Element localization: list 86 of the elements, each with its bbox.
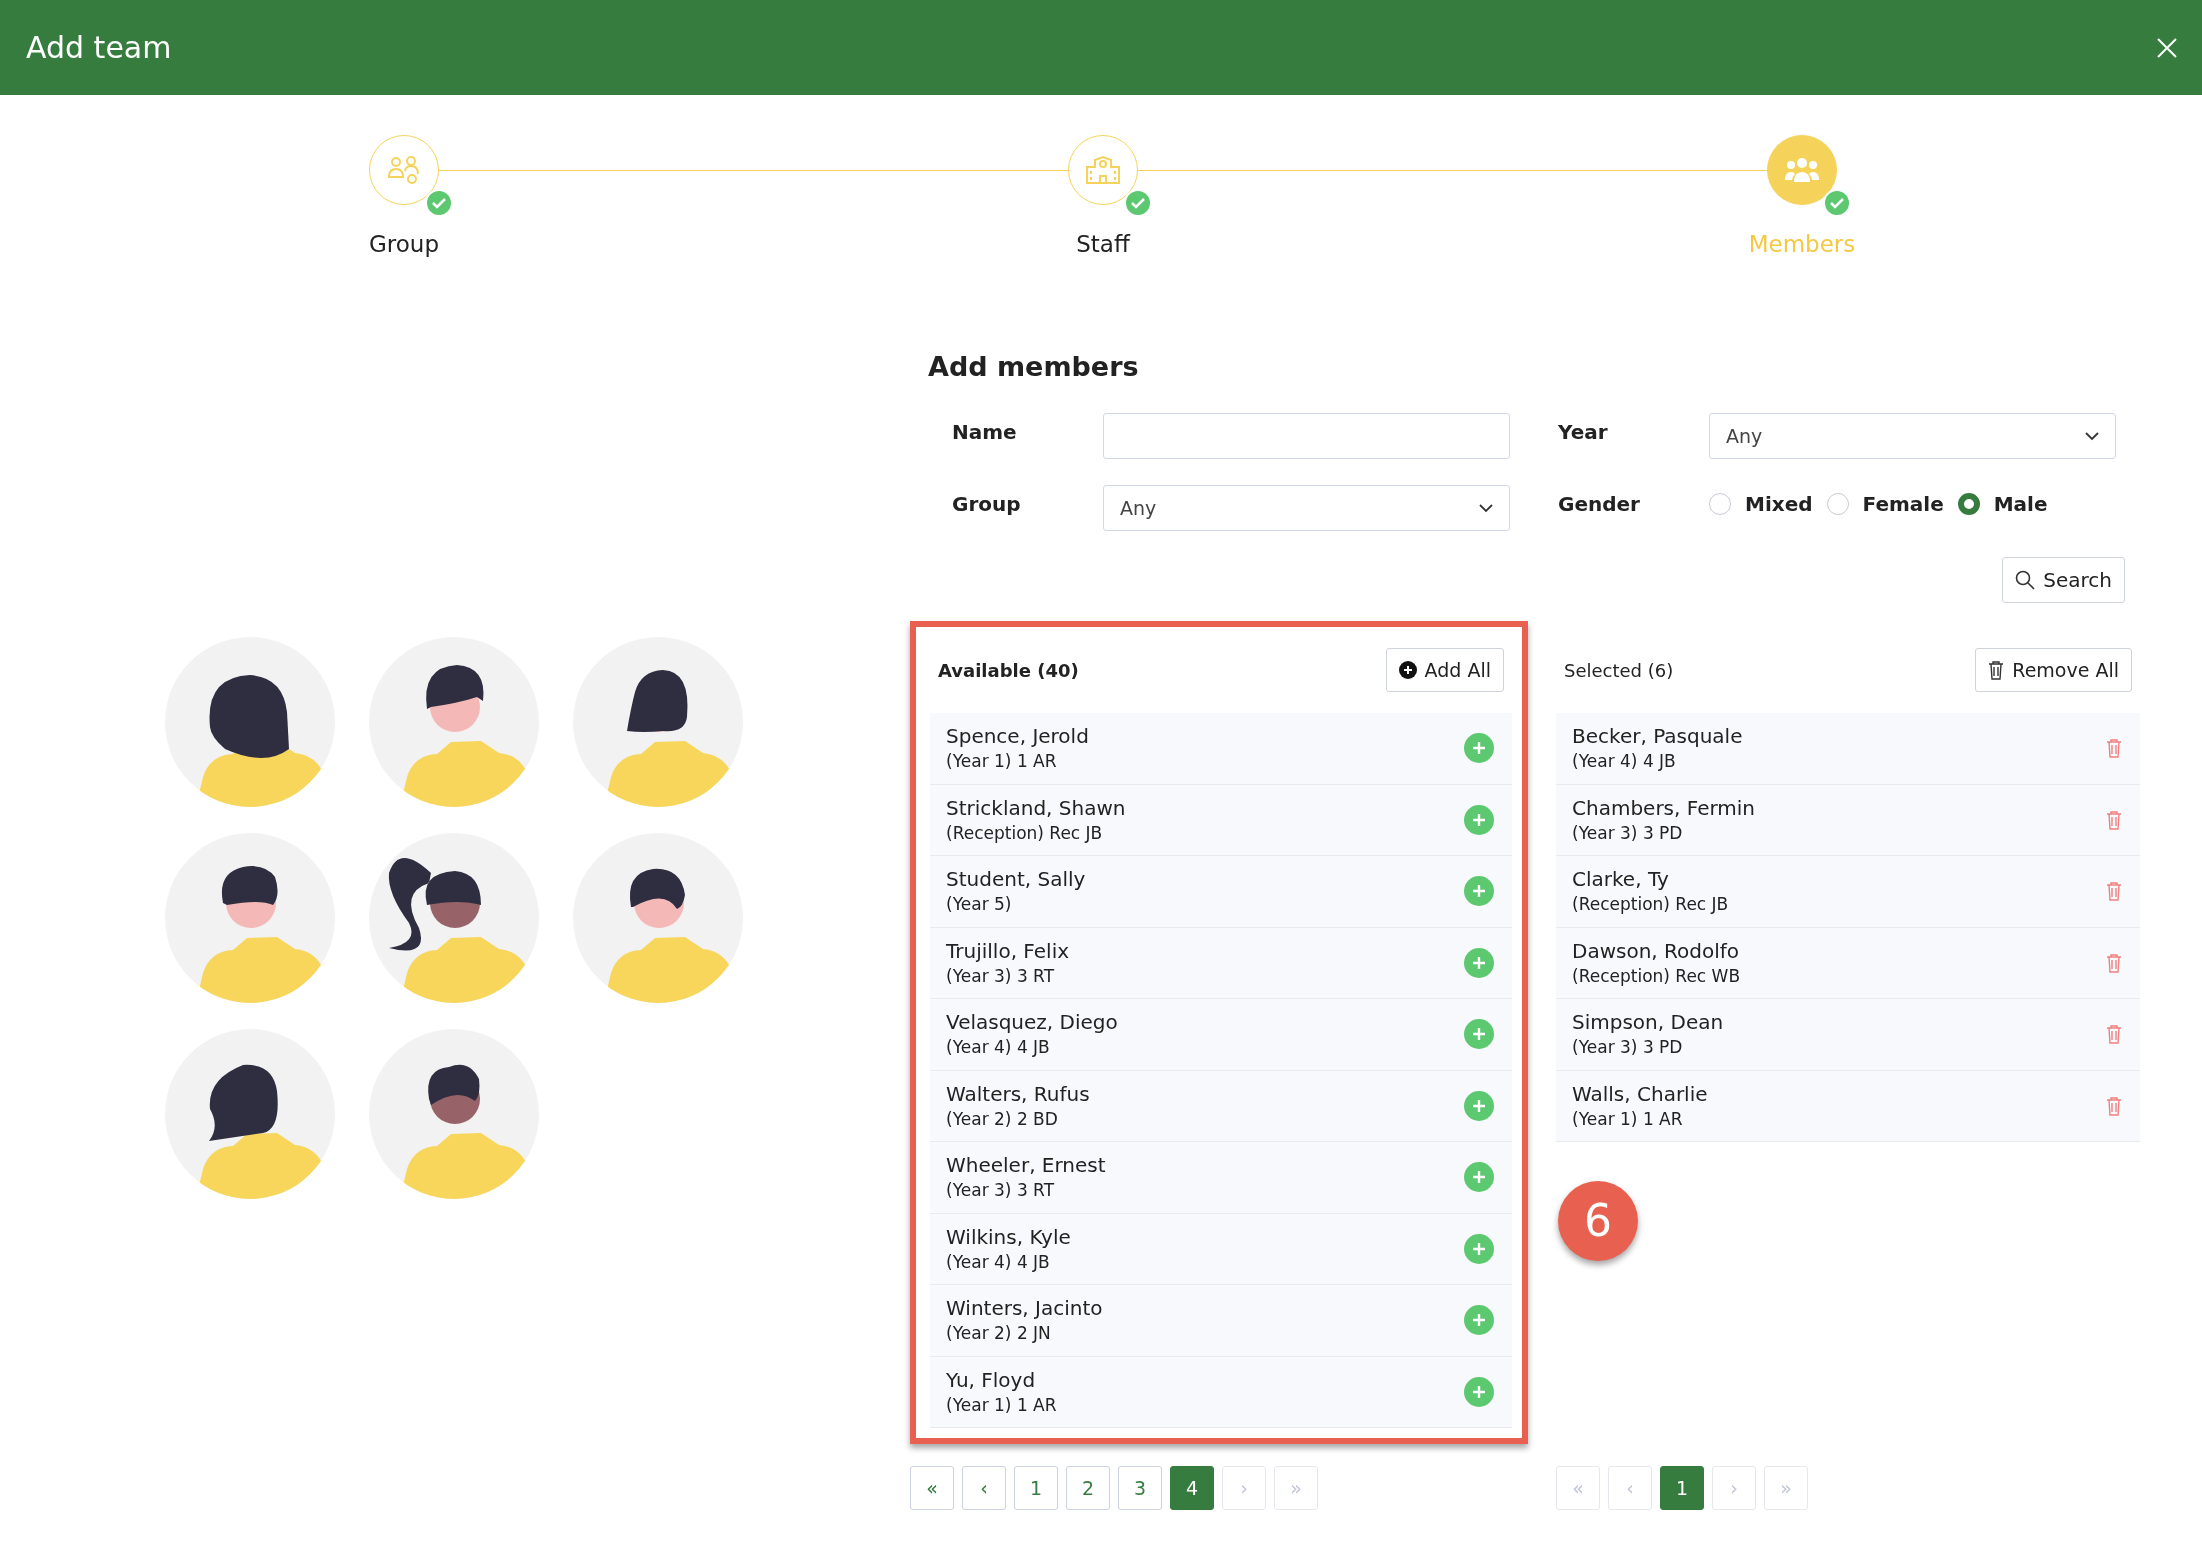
trash-icon[interactable]	[2106, 881, 2122, 902]
dialog-title: Add team	[26, 29, 172, 67]
add-icon[interactable]	[1464, 1019, 1494, 1050]
member-name: Yu, Floyd	[946, 1366, 1037, 1394]
member-name: Winters, Jacinto	[946, 1295, 1103, 1323]
select-field[interactable]: Any	[1103, 485, 1510, 531]
field-label: Year	[1558, 419, 1609, 446]
page-button[interactable]: 1	[1660, 1466, 1704, 1510]
add-icon[interactable]	[1464, 876, 1494, 907]
member-detail: (Year 3) 3 PD	[1572, 821, 1684, 845]
group-icon	[387, 155, 421, 185]
trash-icon	[1988, 660, 2005, 680]
field-label: Group	[952, 491, 1022, 518]
member-detail: (Year 4) 4 JB	[1572, 750, 1677, 774]
member-detail: (Year 3) 3 RT	[946, 964, 1056, 988]
step-label: Staff	[1076, 230, 1130, 259]
search-button[interactable]: Search	[2002, 557, 2125, 603]
add-icon[interactable]	[1464, 733, 1494, 764]
member-detail: (Year 3) 3 RT	[946, 1179, 1056, 1203]
member-name: Velasquez, Diego	[946, 1009, 1118, 1037]
radio-label[interactable]: Female	[1862, 489, 1944, 519]
name-input-field[interactable]	[1103, 413, 1510, 459]
panel-title: Selected (6)	[1564, 658, 1674, 683]
page-button[interactable]: ‹	[962, 1466, 1006, 1510]
member-detail: (Year 1) 1 AR	[946, 1393, 1057, 1417]
trash-icon[interactable]	[2106, 952, 2122, 973]
trash-icon[interactable]	[2106, 1024, 2122, 1045]
building-icon	[1085, 155, 1121, 185]
member-detail: (Year 5)	[946, 893, 1013, 917]
member-name: Walters, Rufus	[946, 1080, 1090, 1108]
step-number-badge: 6	[1558, 1181, 1638, 1261]
plus-circle-icon	[1398, 661, 1417, 679]
add-icon[interactable]	[1464, 1305, 1494, 1336]
trash-icon[interactable]	[2106, 809, 2122, 830]
add-icon[interactable]	[1464, 1090, 1494, 1121]
member-detail: (Year 1) 1 AR	[1572, 1107, 1684, 1131]
people-icon	[1784, 156, 1820, 184]
page-button[interactable]: 1	[1014, 1466, 1058, 1510]
step-label: Members	[1748, 230, 1856, 259]
section-heading: Add members	[928, 349, 1140, 384]
add-all-button[interactable]: Add All	[1385, 648, 1504, 692]
trash-icon[interactable]	[2106, 738, 2122, 759]
member-name: Walls, Charlie	[1572, 1080, 1708, 1108]
member-detail: (Year 3) 3 PD	[1572, 1036, 1684, 1060]
add-icon[interactable]	[1464, 804, 1494, 835]
close-icon[interactable]	[2156, 36, 2178, 59]
page-button[interactable]: 3	[1118, 1466, 1162, 1510]
radio-label[interactable]: Mixed	[1745, 489, 1813, 519]
member-detail: (Year 2) 2 JN	[946, 1322, 1052, 1346]
chevron-down-icon	[1479, 503, 1493, 513]
trash-icon[interactable]	[2106, 1095, 2122, 1116]
member-name: Spence, Jerold	[946, 723, 1089, 751]
member-name: Clarke, Ty	[1572, 866, 1670, 894]
member-name: Chambers, Fermin	[1572, 794, 1756, 822]
member-detail: (Year 1) 1 AR	[946, 750, 1058, 774]
step-label: Group	[369, 230, 439, 259]
member-detail: (Year 2) 2 BD	[946, 1107, 1059, 1131]
radio-label[interactable]: Male	[1993, 489, 2048, 519]
member-detail: (Reception) Rec WB	[1572, 964, 1741, 988]
member-name: Trujillo, Felix	[946, 937, 1070, 965]
member-name: Wilkins, Kyle	[946, 1223, 1071, 1251]
member-detail: (Year 4) 4 JB	[946, 1036, 1051, 1060]
member-name: Strickland, Shawn	[946, 794, 1126, 822]
search-icon	[2015, 570, 2036, 590]
page-button[interactable]: «	[910, 1466, 954, 1510]
member-name: Student, Sally	[946, 866, 1086, 894]
panel-title: Available (40)	[938, 658, 1079, 683]
field-label: Name	[952, 419, 1018, 446]
page-button[interactable]: 4	[1170, 1466, 1214, 1510]
field-label: Gender	[1558, 491, 1641, 518]
radio-button[interactable]	[1957, 493, 1980, 515]
member-name: Wheeler, Ernest	[946, 1152, 1106, 1180]
member-detail: (Reception) Rec JB	[1572, 893, 1729, 917]
member-name: Simpson, Dean	[1572, 1009, 1724, 1037]
member-detail: (Reception) Rec JB	[946, 821, 1104, 845]
member-detail: (Year 4) 4 JB	[946, 1250, 1051, 1274]
page-button[interactable]: 2	[1066, 1466, 1110, 1510]
member-name: Dawson, Rodolfo	[1572, 937, 1741, 965]
chevron-down-icon	[2085, 431, 2099, 441]
member-name: Becker, Pasquale	[1572, 723, 1743, 751]
remove-all-button[interactable]: Remove All	[1975, 648, 2132, 692]
add-icon[interactable]	[1464, 947, 1494, 978]
add-icon[interactable]	[1464, 1376, 1494, 1407]
select-field[interactable]: Any	[1709, 413, 2116, 459]
add-icon[interactable]	[1464, 1233, 1494, 1264]
add-icon[interactable]	[1464, 1162, 1494, 1193]
